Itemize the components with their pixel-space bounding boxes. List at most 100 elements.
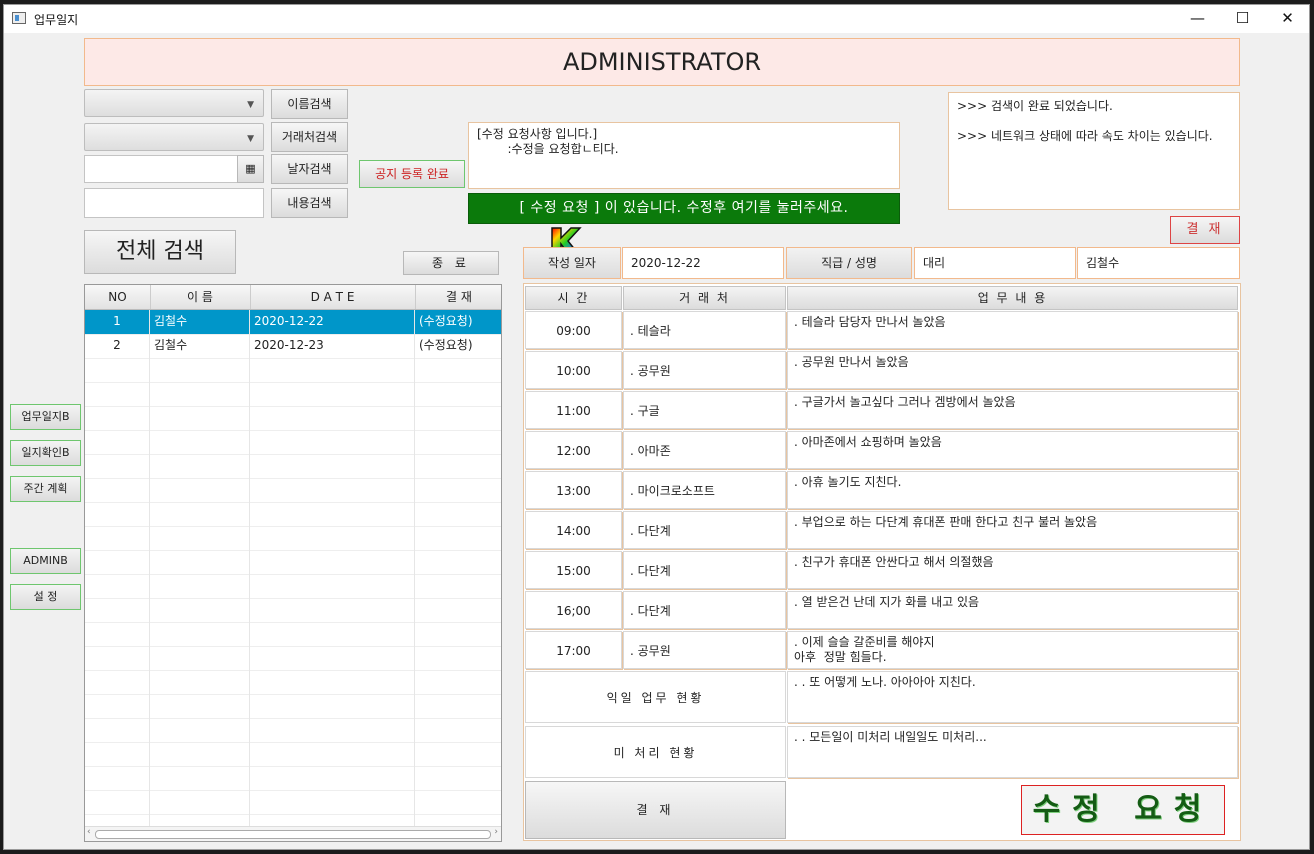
table-row-empty[interactable] — [85, 646, 501, 671]
table-row-empty[interactable] — [85, 526, 501, 551]
empty-cell — [415, 406, 501, 430]
date-field[interactable]: 2020-12-22 — [622, 247, 784, 279]
table-row-empty[interactable] — [85, 358, 501, 383]
modify-request-button[interactable]: 수정 요청 — [1021, 785, 1225, 835]
chevron-down-icon: ▼ — [247, 100, 254, 110]
settings-button[interactable]: 설 정 — [10, 584, 81, 610]
table-row-empty[interactable] — [85, 790, 501, 815]
client-search-button[interactable]: 거래처검색 — [271, 122, 348, 152]
time-cell[interactable]: 11:00 — [525, 391, 622, 429]
admin-b-button[interactable]: ADMINB — [10, 548, 81, 574]
time-cell[interactable]: 09:00 — [525, 311, 622, 349]
work-cell[interactable]: . 구글가서 놀고싶다 그러나 겜방에서 놀았음 — [787, 391, 1238, 429]
client-cell[interactable]: . 구글 — [623, 391, 786, 429]
name-field[interactable]: 김철수 — [1077, 247, 1240, 279]
table-row-empty[interactable] — [85, 598, 501, 623]
work-cell[interactable]: . 공무원 만나서 놀았음 — [787, 351, 1238, 389]
horizontal-scrollbar[interactable]: ‹ › — [85, 826, 501, 841]
time-cell[interactable]: 12:00 — [525, 431, 622, 469]
date-search-button[interactable]: 날자검색 — [271, 154, 348, 184]
table-row-empty[interactable] — [85, 502, 501, 527]
work-cell[interactable]: . 이제 슬슬 갈준비를 해야지 아후 정말 힘들다. — [787, 631, 1238, 669]
rank-name-label: 직급 / 성명 — [786, 247, 912, 279]
table-row-empty[interactable] — [85, 718, 501, 743]
empty-cell — [415, 358, 501, 382]
notice-textarea[interactable]: [수정 요청사항 입니다.] :수정을 요청합ㄴ티다. — [468, 122, 900, 189]
client-cell[interactable]: . 다단계 — [623, 551, 786, 589]
empty-cell — [415, 478, 501, 502]
app-window: 업무일지 — ☐ ✕ ADMINISTRATOR ▼ ▼ ▦ 이름검색 거래처검… — [3, 4, 1310, 850]
table-row-empty[interactable] — [85, 550, 501, 575]
search-combo-1[interactable]: ▼ — [84, 89, 264, 117]
content-search-button[interactable]: 내용검색 — [271, 188, 348, 218]
work-cell[interactable]: . 아마존에서 쇼핑하며 놀았음 — [787, 431, 1238, 469]
column-header[interactable]: 결 재 — [415, 285, 501, 309]
table-row-empty[interactable] — [85, 478, 501, 503]
column-header[interactable]: NO — [85, 285, 151, 309]
empty-cell — [415, 430, 501, 454]
journal-check-button[interactable]: 일지확인B — [10, 440, 81, 466]
title-bar: 업무일지 — ☐ ✕ — [4, 5, 1309, 33]
client-cell[interactable]: . 다단계 — [623, 591, 786, 629]
table-row-empty[interactable] — [85, 454, 501, 479]
time-cell[interactable]: 16;00 — [525, 591, 622, 629]
empty-cell — [150, 718, 250, 742]
work-cell[interactable]: . 테슬라 담당자 만나서 놀았음 — [787, 311, 1238, 349]
client-cell[interactable]: . 아마존 — [623, 431, 786, 469]
approve-button[interactable]: 결 재 — [525, 781, 786, 839]
time-cell[interactable]: 17:00 — [525, 631, 622, 669]
journal-list-table[interactable]: NO 이 름 D A T E 결 재 1 김철수 2020-12-22 (수정요… — [84, 284, 502, 842]
next-day-field[interactable]: . . 또 어떻게 노나. 아아아아 지친다. — [787, 671, 1238, 723]
modify-request-banner[interactable]: [ 수정 요청 ] 이 있습니다. 수정후 여기를 눌러주세요. — [468, 193, 900, 224]
work-cell[interactable]: . 아휴 놀기도 지친다. — [787, 471, 1238, 509]
table-row-empty[interactable] — [85, 622, 501, 647]
exit-button[interactable]: 종 료 — [403, 251, 499, 275]
approve-top-button[interactable]: 결 재 — [1170, 216, 1240, 244]
calendar-icon[interactable]: ▦ — [237, 155, 264, 183]
client-cell[interactable]: . 마이크로소프트 — [623, 471, 786, 509]
scroll-thumb[interactable] — [95, 830, 491, 839]
client-cell[interactable]: . 테슬라 — [623, 311, 786, 349]
column-header[interactable]: D A T E — [250, 285, 416, 309]
empty-cell — [415, 646, 501, 670]
date-input[interactable] — [84, 155, 238, 183]
time-cell[interactable]: 13:00 — [525, 471, 622, 509]
time-cell[interactable]: 14:00 — [525, 511, 622, 549]
content-input[interactable] — [84, 188, 264, 218]
notice-register-button[interactable]: 공지 등록 완료 — [359, 160, 465, 188]
search-combo-2[interactable]: ▼ — [84, 123, 264, 151]
time-cell[interactable]: 15:00 — [525, 551, 622, 589]
name-search-button[interactable]: 이름검색 — [271, 89, 348, 119]
table-row-empty[interactable] — [85, 766, 501, 791]
table-row-empty[interactable] — [85, 430, 501, 455]
table-row[interactable]: 2 김철수 2020-12-23 (수정요청) — [85, 334, 501, 359]
unprocessed-field[interactable]: . . 모든일이 미처리 내일일도 미처리... — [787, 726, 1238, 778]
empty-cell — [415, 790, 501, 814]
client-cell[interactable]: . 공무원 — [623, 351, 786, 389]
empty-cell — [150, 742, 250, 766]
client-cell[interactable]: . 다단계 — [623, 511, 786, 549]
work-cell[interactable]: . 열 받은건 난데 지가 화를 내고 있음 — [787, 591, 1238, 629]
journal-b-button[interactable]: 업무일지B — [10, 404, 81, 430]
scroll-right-icon[interactable]: › — [494, 827, 498, 837]
table-row-empty[interactable] — [85, 406, 501, 431]
cell-name: 김철수 — [150, 334, 250, 358]
work-cell[interactable]: . 부업으로 하는 다단계 휴대폰 판매 한다고 친구 불러 놀았음 — [787, 511, 1238, 549]
scroll-left-icon[interactable]: ‹ — [87, 827, 91, 837]
close-button[interactable]: ✕ — [1265, 5, 1310, 33]
column-header[interactable]: 이 름 — [150, 285, 251, 309]
table-row-empty[interactable] — [85, 694, 501, 719]
table-row-empty[interactable] — [85, 742, 501, 767]
work-cell[interactable]: . 친구가 휴대폰 안싼다고 해서 의절했음 — [787, 551, 1238, 589]
time-cell[interactable]: 10:00 — [525, 351, 622, 389]
maximize-button[interactable]: ☐ — [1220, 5, 1265, 33]
minimize-button[interactable]: — — [1175, 5, 1220, 33]
table-row-empty[interactable] — [85, 574, 501, 599]
client-cell[interactable]: . 공무원 — [623, 631, 786, 669]
table-row-empty[interactable] — [85, 382, 501, 407]
table-row[interactable]: 1 김철수 2020-12-22 (수정요청) — [85, 310, 501, 335]
full-search-button[interactable]: 전체 검색 — [84, 230, 236, 274]
weekly-plan-button[interactable]: 주간 계획 — [10, 476, 81, 502]
rank-field[interactable]: 대리 — [914, 247, 1076, 279]
table-row-empty[interactable] — [85, 670, 501, 695]
